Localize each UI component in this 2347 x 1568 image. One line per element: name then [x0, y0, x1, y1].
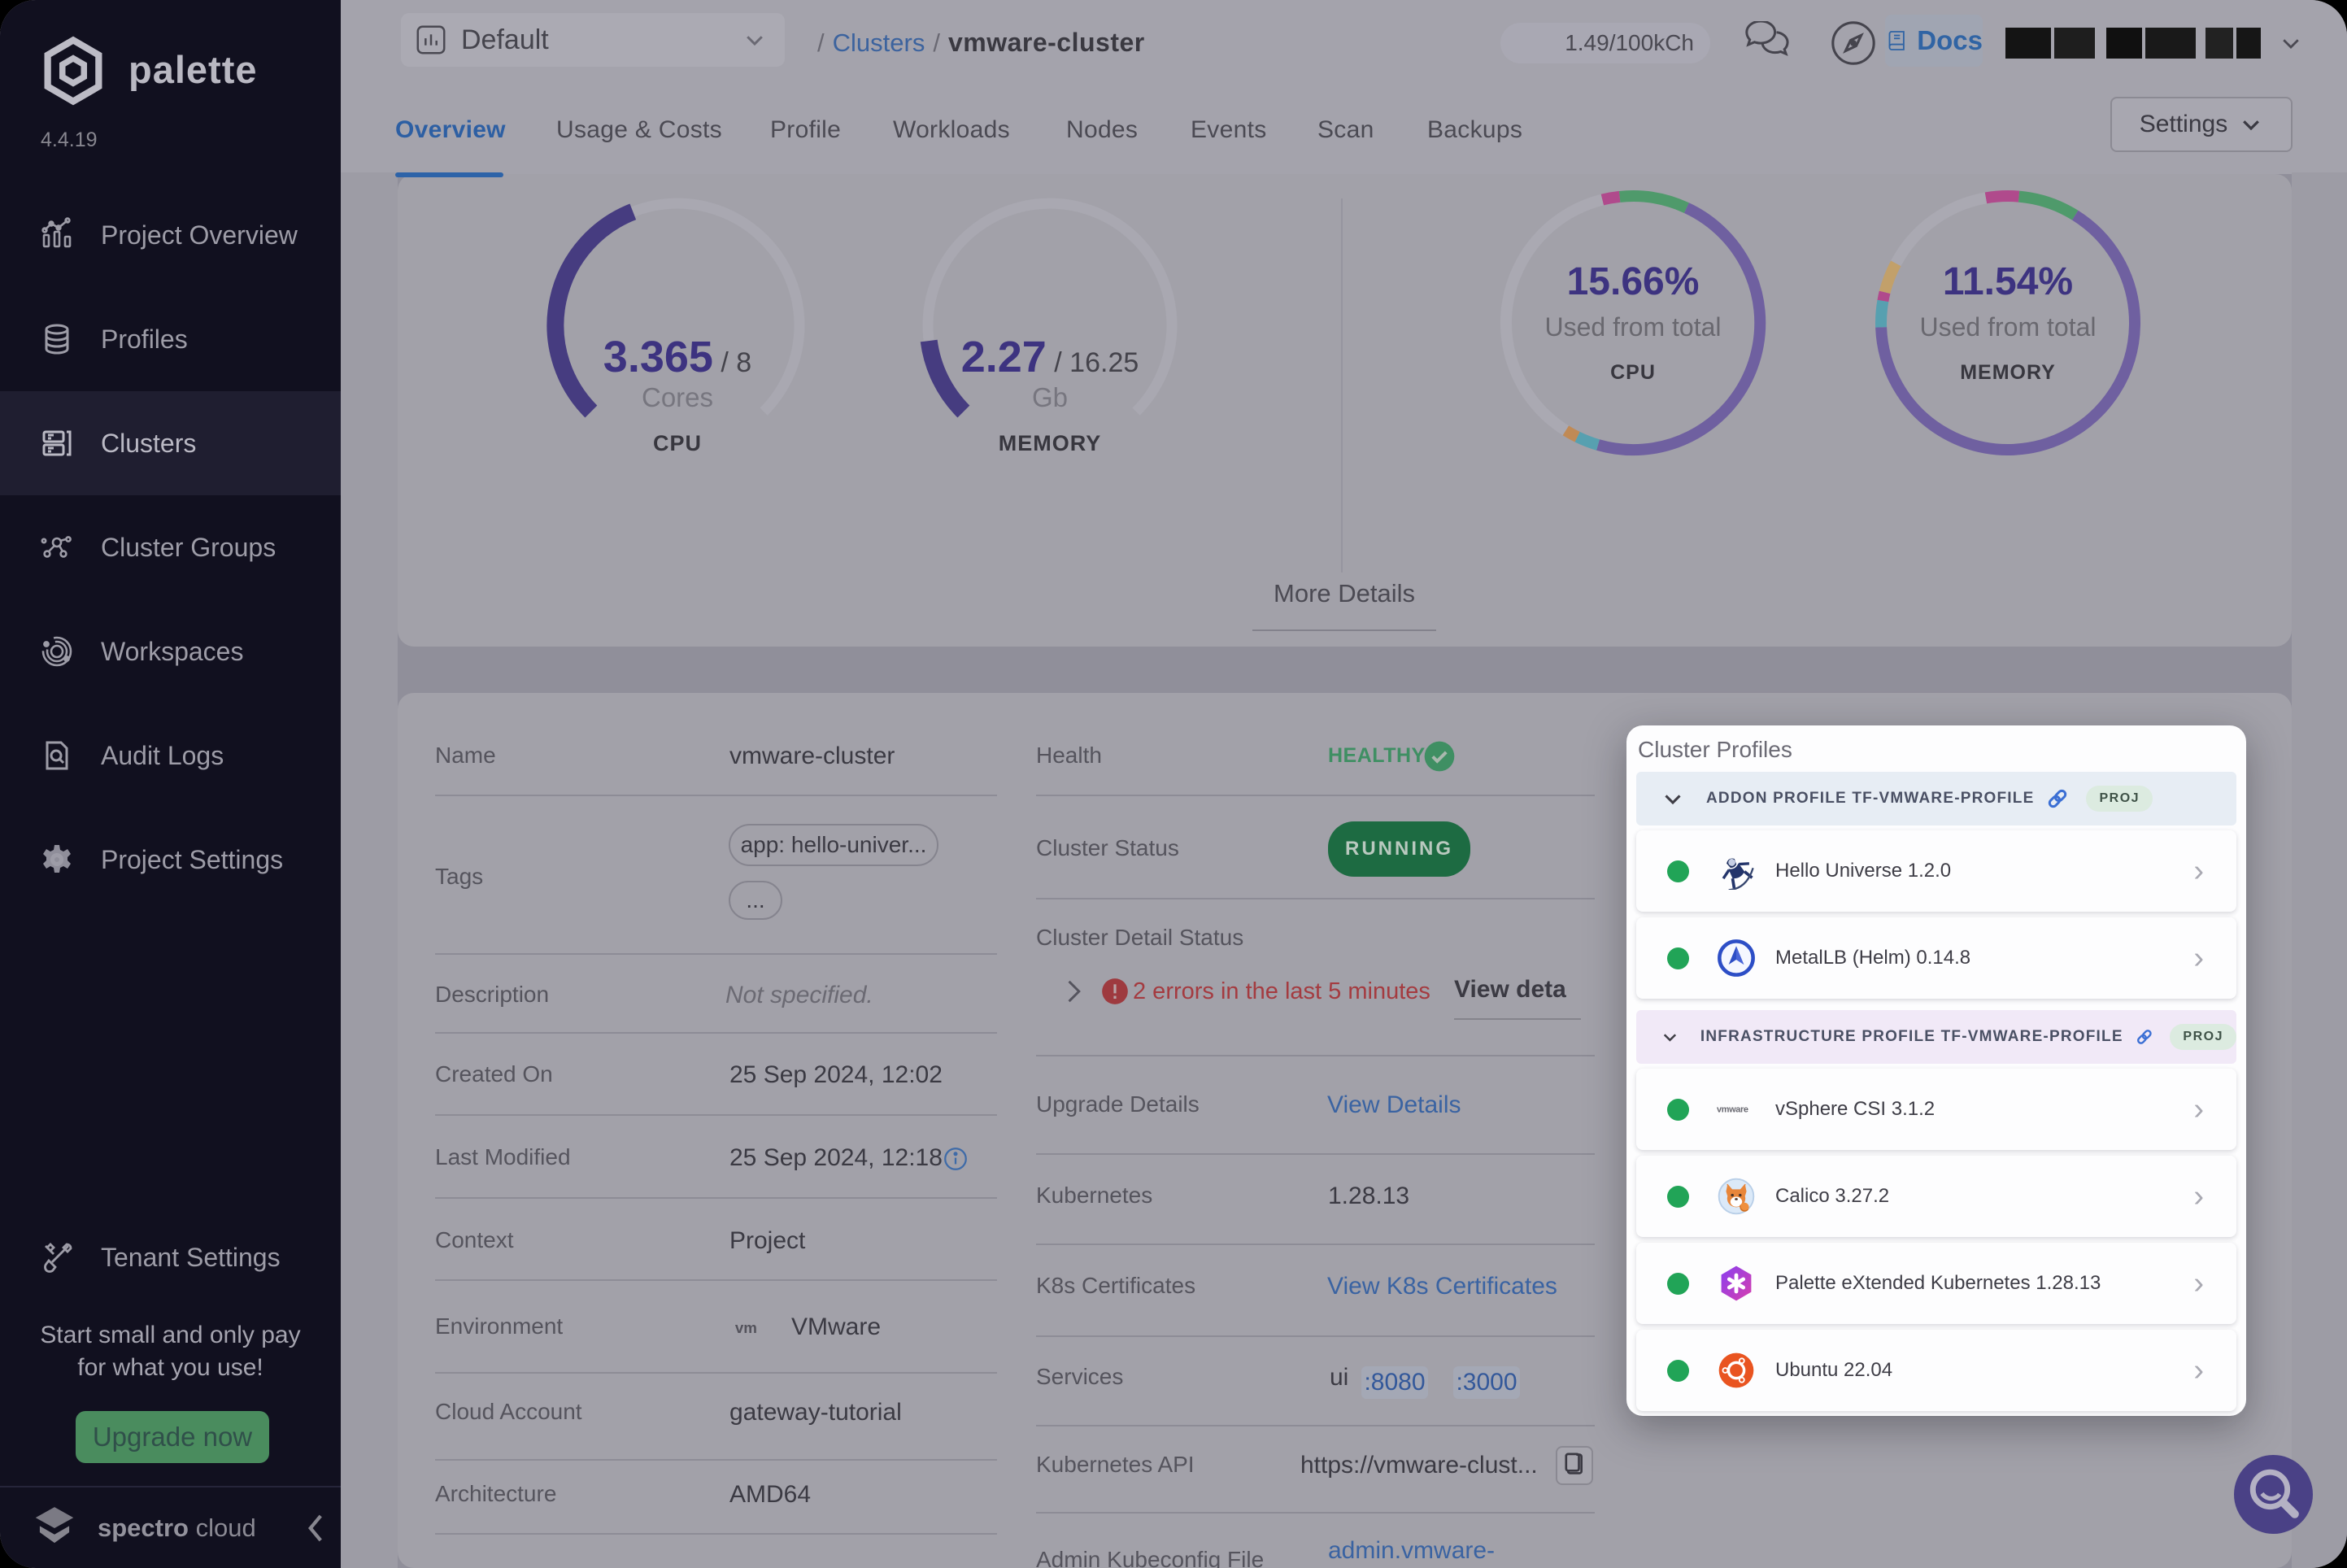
svg-text:vmware: vmware — [1717, 1105, 1748, 1115]
